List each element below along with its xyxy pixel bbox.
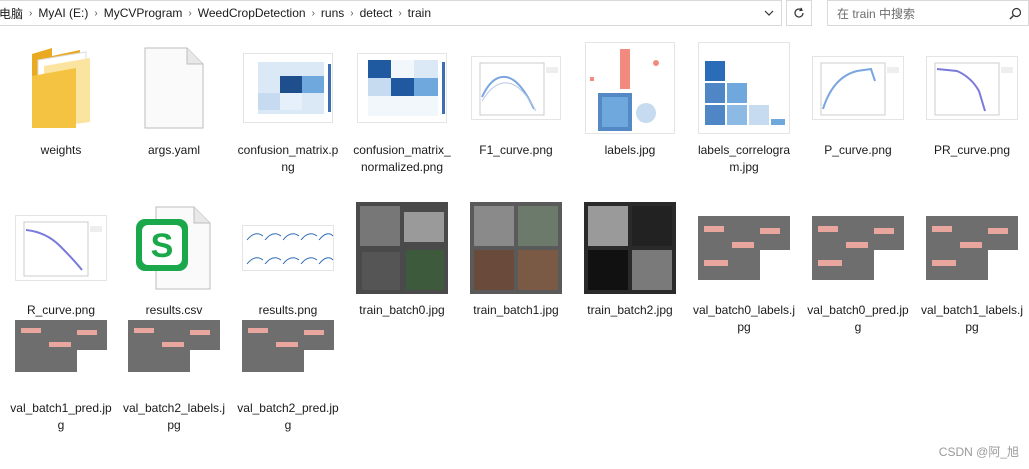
file-item[interactable]: train_batch1.jpg [461, 200, 571, 319]
confusion-matrix-thumbnail [240, 40, 336, 136]
search-input[interactable]: 在 train 中搜索 [828, 5, 1002, 22]
file-item[interactable]: labels.jpg [575, 40, 685, 159]
file-item[interactable]: PR_curve.png [917, 40, 1027, 159]
svg-text:S: S [151, 227, 174, 265]
refresh-icon [794, 7, 804, 18]
train-batch-thumbnail [354, 200, 450, 296]
labels-correlogram-thumbnail [696, 40, 792, 136]
file-name: P_curve.png [824, 143, 892, 157]
search-icon[interactable] [1002, 7, 1028, 20]
file-name: train_batch0.jpg [359, 303, 445, 317]
file-name: train_batch1.jpg [473, 303, 559, 317]
file-name: train_batch2.jpg [587, 303, 673, 317]
file-item[interactable]: val_batch1_pred.jpg [6, 298, 116, 434]
val-batch-thumbnail [240, 298, 336, 394]
r-curve-thumbnail [13, 200, 109, 296]
spreadsheet-file-icon: S [126, 200, 222, 296]
val-batch-thumbnail [126, 298, 222, 394]
file-item[interactable]: labels_correlogram.jpg [689, 40, 799, 176]
file-item[interactable]: train_batch0.jpg [347, 200, 457, 319]
file-item[interactable]: val_batch2_pred.jpg [233, 298, 343, 434]
breadcrumb-item[interactable]: MyCVProgram [100, 6, 187, 20]
file-name: val_batch1_pred.jpg [10, 401, 112, 432]
chevron-down-icon [764, 10, 774, 16]
p-curve-thumbnail [810, 40, 906, 136]
address-history-dropdown[interactable] [757, 1, 781, 25]
blank-file-icon [126, 40, 222, 136]
file-item[interactable]: val_batch1_labels.jpg [917, 200, 1027, 336]
file-name: val_batch0_pred.jpg [807, 303, 909, 334]
breadcrumb-item[interactable]: 电脑 [0, 5, 27, 22]
chevron-right-icon[interactable]: › [310, 8, 317, 19]
chevron-right-icon[interactable]: › [186, 8, 193, 19]
file-item[interactable]: args.yaml [119, 40, 229, 159]
val-batch-thumbnail [13, 298, 109, 394]
chevron-right-icon[interactable]: › [27, 8, 34, 19]
file-name: PR_curve.png [933, 143, 1011, 157]
file-name: labels_correlogram.jpg [697, 143, 791, 174]
val-batch-thumbnail [810, 200, 906, 296]
file-name: confusion_matrix.png [237, 143, 339, 174]
file-item[interactable]: val_batch0_pred.jpg [803, 200, 913, 336]
file-item[interactable]: confusion_matrix_normalized.png [347, 40, 457, 176]
chevron-right-icon[interactable]: › [396, 8, 403, 19]
breadcrumb-item[interactable]: train [404, 6, 435, 20]
confusion-matrix-normalized-thumbnail [354, 40, 450, 136]
search-box[interactable]: 在 train 中搜索 [827, 0, 1029, 26]
file-name: F1_curve.png [479, 143, 553, 157]
val-batch-thumbnail [924, 200, 1020, 296]
file-item[interactable]: confusion_matrix.png [233, 40, 343, 176]
pr-curve-thumbnail [924, 40, 1020, 136]
watermark: CSDN @阿_旭 [938, 445, 1019, 459]
labels-thumbnail [582, 40, 678, 136]
breadcrumb-item[interactable]: WeedCropDetection [194, 6, 310, 20]
file-name: val_batch1_labels.jpg [920, 303, 1024, 334]
file-name: labels.jpg [604, 143, 656, 157]
train-batch-thumbnail [582, 200, 678, 296]
results-thumbnail [240, 200, 336, 296]
file-name: confusion_matrix_normalized.png [353, 143, 451, 174]
file-item[interactable]: train_batch2.jpg [575, 200, 685, 319]
breadcrumb-item[interactable]: detect [356, 6, 397, 20]
file-item[interactable]: val_batch2_labels.jpg [119, 298, 229, 434]
file-name: args.yaml [147, 143, 200, 157]
file-name: val_batch0_labels.jpg [692, 303, 796, 334]
file-item[interactable]: F1_curve.png [461, 40, 571, 159]
file-item[interactable]: val_batch0_labels.jpg [689, 200, 799, 336]
refresh-button[interactable] [786, 0, 812, 26]
file-item[interactable]: P_curve.png [803, 40, 913, 159]
val-batch-thumbnail [696, 200, 792, 296]
file-name: val_batch2_labels.jpg [122, 401, 226, 432]
toolbar: 电脑 › MyAI (E:) › MyCVProgram › WeedCropD… [0, 0, 1029, 28]
file-name: weights [40, 143, 82, 157]
folder-icon [13, 40, 109, 136]
chevron-right-icon[interactable]: › [348, 8, 355, 19]
breadcrumb-item[interactable]: runs [317, 6, 348, 20]
breadcrumb-item[interactable]: MyAI (E:) [34, 6, 92, 20]
chevron-right-icon[interactable]: › [92, 8, 99, 19]
file-name: val_batch2_pred.jpg [237, 401, 339, 432]
f1-curve-thumbnail [468, 40, 564, 136]
file-item[interactable]: weights [6, 40, 116, 159]
train-batch-thumbnail [468, 200, 564, 296]
breadcrumb: 电脑 › MyAI (E:) › MyCVProgram › WeedCropD… [0, 1, 757, 25]
address-bar[interactable]: 电脑 › MyAI (E:) › MyCVProgram › WeedCropD… [0, 0, 782, 26]
